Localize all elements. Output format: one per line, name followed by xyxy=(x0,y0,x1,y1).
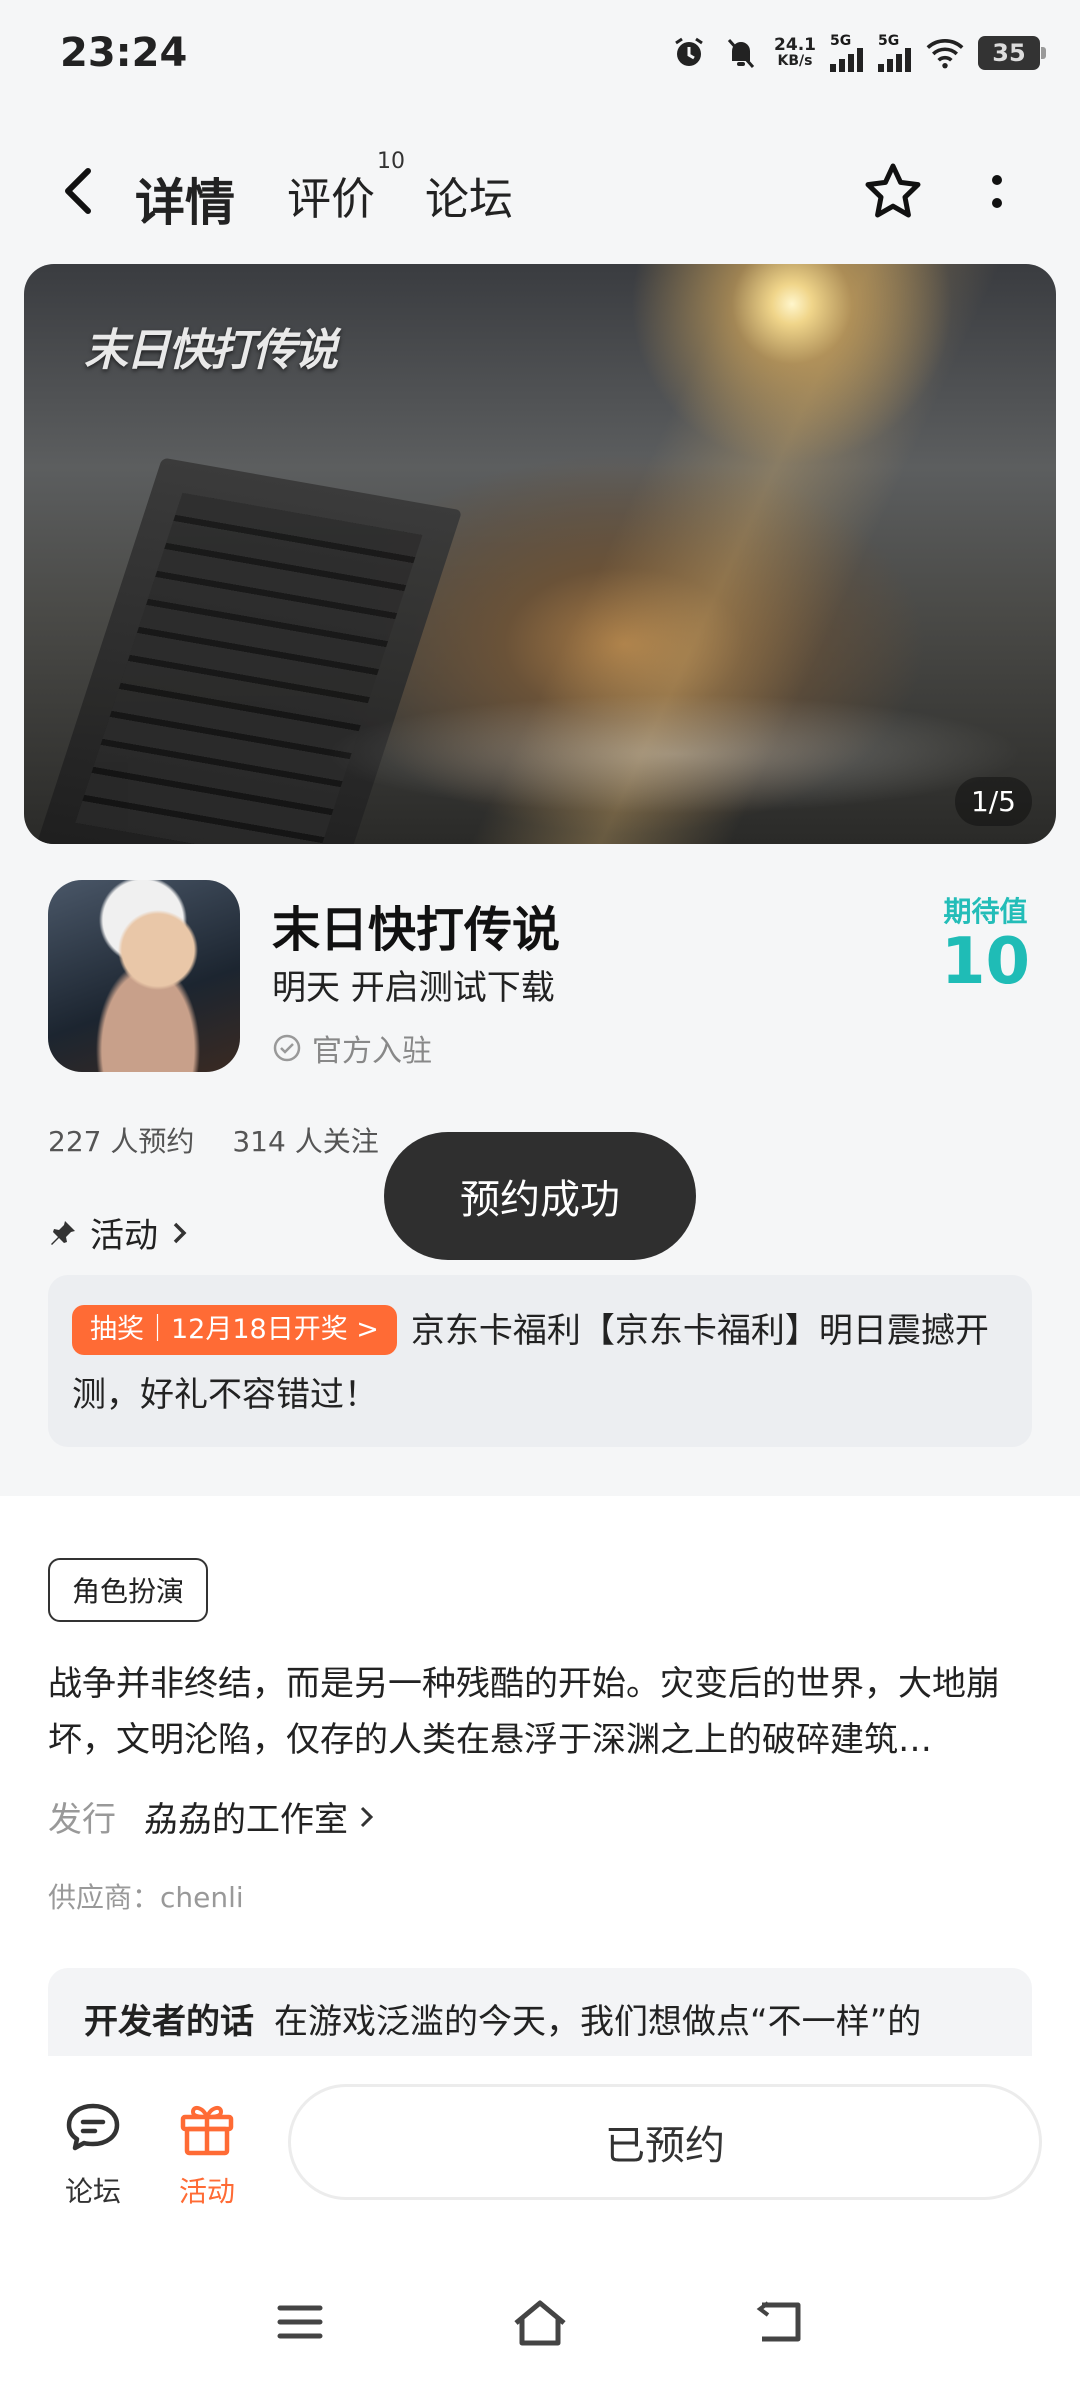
developer-words-text: 在游戏泛滥的今天，我们想做点“不一样”的 xyxy=(274,2002,922,2042)
home-button[interactable] xyxy=(505,2292,575,2352)
check-circle-icon xyxy=(273,1034,301,1062)
mute-bell-icon xyxy=(722,34,760,72)
more-options-button[interactable] xyxy=(972,163,1022,223)
game-info-section: 末日快打传说 明天 开启测试下载 官方入驻 期待值 10 227 人预约 314… xyxy=(0,860,1080,1480)
tab-forum[interactable]: 论坛 xyxy=(425,163,513,227)
description-section: 角色扮演 战争并非终结，而是另一种残酷的开始。灾变后的世界，大地崩坏，文明沦陷，… xyxy=(0,1496,1080,2058)
lottery-tag: 抽奖｜12月18日开奖 > xyxy=(72,1305,397,1355)
genre-tag[interactable]: 角色扮演 xyxy=(48,1558,209,1622)
recent-apps-button[interactable] xyxy=(265,2292,335,2352)
wifi-icon xyxy=(926,34,964,72)
signal-1: 5G xyxy=(830,34,864,72)
reserved-button[interactable]: 已预约 xyxy=(288,2084,1042,2200)
forum-chat-icon xyxy=(61,2096,125,2160)
home-icon xyxy=(514,2300,566,2346)
tab-forum-label: 论坛 xyxy=(425,174,513,225)
activity-shortcut-label: 活动 xyxy=(178,2175,235,2208)
carousel-counter: 1/5 xyxy=(954,777,1032,826)
official-badge: 官方入驻 xyxy=(272,1026,432,1070)
follower-count: 314 人关注 xyxy=(232,1125,379,1158)
alarm-icon xyxy=(670,34,708,72)
tab-detail[interactable]: 详情 xyxy=(131,163,239,235)
status-bar: 23:24 24.1 KB/s 5G 5G 35 xyxy=(0,0,1080,115)
tab-detail-label: 详情 xyxy=(135,174,235,232)
activity-shortcut[interactable]: 活动 xyxy=(162,2096,252,2210)
expectation-score: 期待值 10 xyxy=(941,890,1030,994)
favorite-button[interactable] xyxy=(858,157,928,227)
reservation-count: 227 人预约 xyxy=(48,1125,195,1158)
signal-2: 5G xyxy=(878,34,912,72)
developer-words-label: 开发者的话 xyxy=(84,2002,254,2042)
reservation-success-toast: 预约成功 xyxy=(384,1132,696,1260)
publisher-row[interactable]: 发行 劦劦的工作室 xyxy=(48,1792,376,1841)
back-nav-button[interactable] xyxy=(745,2292,815,2352)
system-nav-bar xyxy=(0,2252,1080,2400)
status-time: 23:24 xyxy=(60,30,188,76)
bottom-action-bar: 论坛 活动 已预约 xyxy=(0,2056,1080,2252)
signal-bars-icon xyxy=(878,48,911,72)
net-speed-value: 24.1 xyxy=(774,35,816,55)
game-title: 末日快打传说 xyxy=(272,902,561,958)
publisher-label: 发行 xyxy=(48,1800,116,1840)
supplier-info: 供应商：chenli xyxy=(48,1881,244,1914)
signal-2-label: 5G xyxy=(878,33,900,49)
signal-1-label: 5G xyxy=(830,33,852,49)
tab-review[interactable]: 评价 10 xyxy=(287,149,405,227)
activity-link-label: 活动 xyxy=(90,1216,158,1256)
top-nav: 详情 评价 10 论坛 xyxy=(0,115,1080,265)
status-icons: 24.1 KB/s 5G 5G 35 xyxy=(670,34,1046,72)
expectation-label: 期待值 xyxy=(943,895,1028,928)
forum-shortcut-label: 论坛 xyxy=(64,2175,121,2208)
banner-game-logo: 末日快打传说 xyxy=(84,325,338,376)
back-arrow-icon xyxy=(65,168,91,214)
lottery-promo-card[interactable]: 抽奖｜12月18日开奖 > 京东卡福利【京东卡福利】明日震撼开测，好礼不容错过！ xyxy=(48,1275,1032,1447)
signal-bars-icon xyxy=(830,48,863,72)
back-button[interactable] xyxy=(50,163,106,219)
back-nav-icon xyxy=(756,2301,801,2342)
chevron-right-icon xyxy=(173,1222,187,1243)
battery-indicator: 35 xyxy=(978,36,1046,70)
tab-review-label: 评价 xyxy=(287,174,375,225)
game-stats: 227 人预约 314 人关注 xyxy=(48,1120,379,1160)
net-speed-unit: KB/s xyxy=(777,53,813,69)
activity-link[interactable]: 活动 xyxy=(48,1208,190,1257)
screenshot-carousel[interactable]: 末日快打传说 1/5 xyxy=(24,264,1056,844)
menu-icon xyxy=(277,2305,323,2339)
more-vertical-icon xyxy=(992,175,1002,208)
game-subtitle: 明天 开启测试下载 xyxy=(272,968,555,1008)
official-label: 官方入驻 xyxy=(312,1034,432,1069)
review-count-badge: 10 xyxy=(377,149,405,174)
game-description[interactable]: 战争并非终结，而是另一种残酷的开始。灾变后的世界，大地崩坏，文明沦陷，仅存的人类… xyxy=(48,1656,1038,1768)
expectation-value: 10 xyxy=(940,925,1030,999)
publisher-name: 劦劦的工作室 xyxy=(144,1800,348,1840)
gift-icon xyxy=(175,2096,239,2160)
publisher-value: 劦劦的工作室 xyxy=(144,1792,376,1841)
chevron-right-icon xyxy=(360,1806,374,1827)
game-icon xyxy=(48,880,240,1072)
developer-words-card[interactable]: 开发者的话 在游戏泛滥的今天，我们想做点“不一样”的 xyxy=(48,1968,1032,2058)
pin-icon xyxy=(51,1220,75,1245)
forum-shortcut[interactable]: 论坛 xyxy=(48,2096,138,2210)
star-icon xyxy=(865,163,921,218)
net-speed: 24.1 KB/s xyxy=(774,35,816,70)
